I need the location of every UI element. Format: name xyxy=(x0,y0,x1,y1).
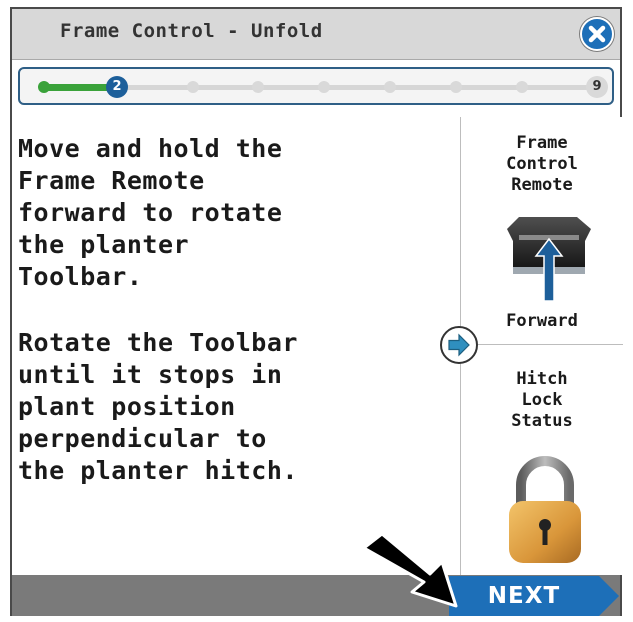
hitch-lock-icon xyxy=(509,456,581,563)
status-side-panel: Frame Control Remote Forward Hitch Lock … xyxy=(460,117,623,575)
instruction-paragraph-1: Move and hold the Frame Remote forward t… xyxy=(18,134,283,291)
next-button-label: NEXT xyxy=(487,583,561,609)
step-dot-7 xyxy=(450,81,462,93)
instruction-panel: Move and hold the Frame Remote forward t… xyxy=(12,117,460,575)
step-dot-3 xyxy=(187,81,199,93)
remote-direction-label: Forward xyxy=(506,311,578,331)
step-dot-1 xyxy=(38,81,50,93)
next-button[interactable]: NEXT xyxy=(449,576,619,616)
arrow-right-icon xyxy=(448,333,470,357)
title-bar: Frame Control - Unfold xyxy=(12,9,620,60)
step-dot-8 xyxy=(516,81,528,93)
hitch-lock-title: Hitch Lock Status xyxy=(511,369,573,431)
close-button[interactable] xyxy=(580,17,614,51)
instruction-paragraph-2: Rotate the Toolbar until it stops in pla… xyxy=(18,328,298,485)
side-panel-divider xyxy=(461,344,623,345)
step-progress-bar: 2 9 xyxy=(18,67,614,105)
window-title: Frame Control - Unfold xyxy=(60,20,323,42)
pointer-arrow-icon xyxy=(362,534,458,608)
step-dot-4 xyxy=(252,81,264,93)
current-step-indicator: 2 xyxy=(106,76,128,98)
frame-remote-icon xyxy=(507,217,591,302)
close-icon xyxy=(588,25,606,43)
wizard-window: Frame Control - Unfold 2 9 Move and hold… xyxy=(10,7,623,616)
remote-panel-title: Frame Control Remote xyxy=(506,133,578,195)
step-dot-5 xyxy=(318,81,330,93)
last-step-indicator: 9 xyxy=(586,76,608,98)
step-dot-6 xyxy=(384,81,396,93)
expand-side-panel-button[interactable] xyxy=(440,326,478,364)
